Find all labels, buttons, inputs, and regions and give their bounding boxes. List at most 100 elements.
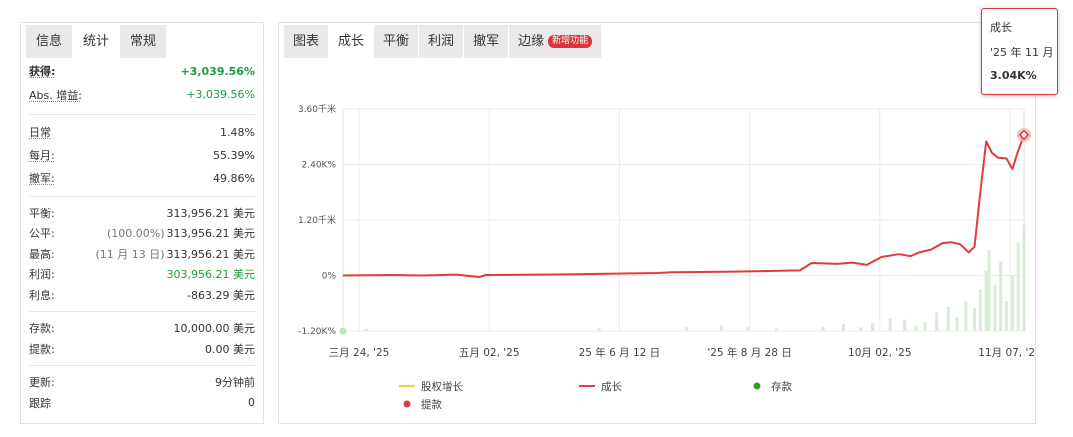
chart-panel: 图表 成长 平衡 利润 撤军 边缘 新增功能 3.60千米 2.40K% 1.20千米…: [278, 22, 1036, 424]
stat-value: -863.29 美元: [187, 288, 255, 302]
legend-swatch-dot: [403, 400, 411, 408]
stat-label: 利润:: [29, 268, 55, 282]
volume-bar: [973, 307, 977, 331]
stat-prefix: (11 月 13 日): [95, 247, 165, 261]
stat-value: 55.39%: [213, 148, 255, 162]
tab-label: 成长: [338, 34, 365, 49]
stat-interest: 利息: -863.29 美元: [29, 285, 255, 306]
legend-label: 成长: [601, 381, 622, 393]
volume-bar: [903, 319, 907, 331]
tab-drawdown[interactable]: 撤军: [464, 25, 509, 58]
divider: [29, 195, 255, 197]
tab-margin[interactable]: 边缘 新增功能: [509, 25, 602, 58]
x-tick-label: 三月 24, '25: [329, 347, 390, 359]
tab-growth[interactable]: 成长: [329, 25, 374, 58]
stat-equity: 公平: (100.00%) 313,956.21 美元: [29, 223, 255, 244]
tab-label: 图表: [293, 34, 320, 49]
divider: [29, 365, 255, 366]
tab-stats[interactable]: 统计: [73, 25, 120, 58]
divider: [29, 113, 255, 115]
volume-bar: [821, 326, 825, 331]
tab-chart[interactable]: 图表: [284, 25, 329, 58]
volume-bar: [775, 328, 779, 331]
stat-label: Abs. 增益:: [29, 88, 82, 102]
x-tick-label: 五月 02, '25: [459, 347, 520, 359]
volume-bar: [746, 327, 750, 331]
chart-tooltip: 成长 '25 年 11 月 13 3.04K%: [981, 8, 1058, 95]
stat-value: 9分钟前: [215, 376, 255, 390]
volume-bar: [842, 324, 846, 331]
chart-tab-bar: 图表 成长 平衡 利润 撤军 边缘 新增功能: [279, 23, 1035, 59]
stats-panel: 信息 统计 常规 获得: +3,039.56% Abs. 增益: +3,039.…: [20, 22, 264, 424]
volume-bar: [1010, 275, 1014, 331]
stat-deposits: 存款: 10,000.00 美元: [29, 318, 255, 339]
volume-bar: [964, 300, 968, 331]
left-tab-bar: 信息 统计 常规: [21, 23, 263, 59]
tab-info[interactable]: 信息: [26, 25, 73, 58]
legend-label: 存款: [771, 380, 792, 393]
y-tick-label: 1.20千米: [298, 214, 336, 226]
stat-value-group: (100.00%) 313,956.21 美元: [107, 225, 255, 241]
stats-list: 获得: +3,039.56% Abs. 增益: +3,039.56% 日常 1.…: [21, 61, 263, 413]
y-tick-label: 2.40K%: [302, 161, 337, 171]
stat-label: 获得:: [29, 65, 56, 79]
stat-label: 撤军:: [29, 172, 55, 185]
stat-label: 提款:: [29, 342, 55, 356]
stat-label: 平衡:: [29, 206, 55, 220]
volume-bar: [888, 318, 892, 331]
tooltip-date: '25 年 11 月 13: [990, 46, 1057, 59]
stat-value: +3,039.56%: [186, 88, 255, 101]
stat-abs-gain: Abs. 增益: +3,039.56%: [29, 82, 255, 108]
volume-bar: [999, 261, 1003, 331]
stat-label: 每月:: [29, 149, 55, 162]
volume-bar: [719, 325, 723, 331]
tab-label: 撤军: [473, 34, 500, 49]
volume-bar: [871, 323, 875, 331]
stat-value: 0: [248, 396, 255, 410]
x-tick-label: '25 年 8 月 28 日: [707, 346, 791, 359]
stat-value: 1.48%: [220, 125, 255, 139]
stat-label: 利息:: [29, 288, 55, 302]
tab-profit[interactable]: 利润: [419, 25, 464, 58]
stat-balance: 平衡: 313,956.21 美元: [29, 203, 255, 224]
tooltip-title: 成长: [990, 21, 1012, 34]
volume-bar: [978, 289, 982, 331]
stat-value: 313,956.21 美元: [166, 247, 255, 261]
stat-monthly: 每月: 55.39%: [29, 144, 255, 167]
stat-gain: 获得: +3,039.56%: [29, 61, 255, 82]
tab-label: 边缘: [518, 34, 545, 49]
stat-value: 313,956.21 美元: [166, 206, 255, 220]
stat-profit: 利润: 303,956.21 美元: [29, 264, 255, 285]
stat-label: 存款:: [29, 322, 55, 336]
tab-label: 平衡: [383, 34, 410, 49]
volume-bar: [984, 270, 988, 331]
divider: [29, 311, 255, 312]
volume-bar: [923, 321, 927, 331]
stat-withdrawals: 提款: 0.00 美元: [29, 339, 255, 360]
stat-value-group: (11 月 13 日) 313,956.21 美元: [95, 246, 255, 262]
volume-bar: [987, 250, 991, 331]
new-feature-badge: 新增功能: [548, 35, 593, 48]
stat-label: 更新:: [29, 376, 55, 390]
stat-drawdown: 撤军: 49.86%: [29, 167, 255, 190]
stat-value: 313,956.21 美元: [166, 227, 255, 241]
stat-label: 最高:: [29, 247, 55, 261]
y-tick-label: 0%: [322, 272, 337, 282]
volume-bar: [1016, 243, 1020, 331]
volume-bar: [684, 327, 688, 331]
volume-bar: [935, 312, 939, 331]
stat-value: +3,039.56%: [180, 64, 255, 78]
stat-value: 303,956.21 美元: [166, 268, 255, 282]
tab-general[interactable]: 常规: [120, 25, 167, 58]
x-tick-label: 10月 02, '25: [848, 347, 911, 359]
volume-bar: [993, 284, 997, 331]
legend-swatch-dot: [753, 382, 761, 390]
volume-bar: [914, 325, 918, 331]
volume-bar: [1005, 300, 1009, 331]
legend-label: 提款: [421, 398, 442, 411]
tooltip-value: 3.04K%: [990, 69, 1037, 82]
tab-balance[interactable]: 平衡: [374, 25, 419, 58]
stat-daily: 日常 1.48%: [29, 121, 255, 144]
growth-chart[interactable]: 3.60千米 2.40K% 1.20千米 0% -1.20K% 三月 24, '25 五月 …: [279, 59, 1035, 423]
stat-tracking: 跟踪 0: [29, 393, 255, 414]
